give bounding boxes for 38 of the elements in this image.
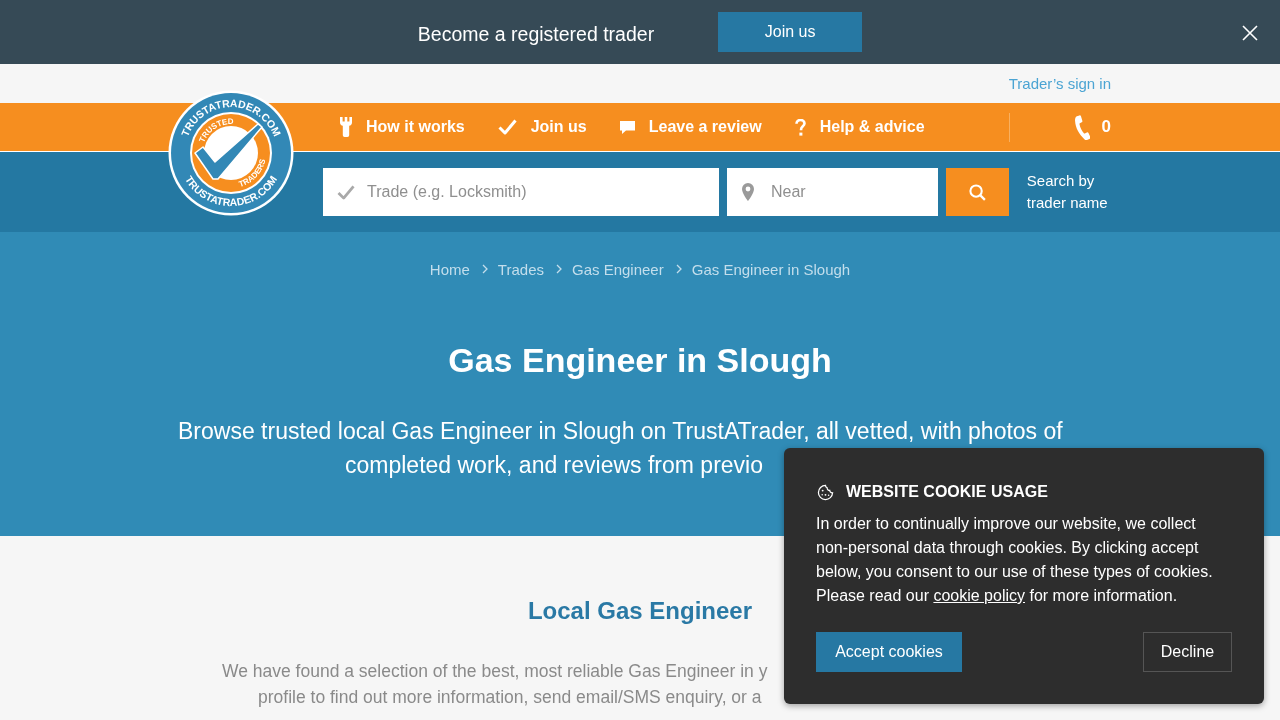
- decline-button[interactable]: Decline: [1143, 632, 1232, 672]
- search-icon: [968, 183, 986, 201]
- nav-link[interactable]: Join us: [497, 118, 587, 136]
- near-input[interactable]: Near: [727, 168, 938, 216]
- check-icon: [337, 185, 355, 200]
- accept-cookies-button[interactable]: Accept cookies: [816, 632, 962, 672]
- breadcrumb-link[interactable]: Gas Engineer in Slough: [691, 260, 851, 278]
- pin-icon: [742, 183, 754, 201]
- section-intro: We have found a selection of the best, most reliable Gas Engineer in y profile to find out more information, send email/SMS enquiry, or a: [222, 660, 769, 709]
- cookie-policy-link[interactable]: cookie policy: [933, 587, 1025, 604]
- nav-link[interactable]: Leave a review: [619, 118, 762, 136]
- breadcrumb-link[interactable]: Gas Engineer: [572, 260, 664, 278]
- trade-input[interactable]: Trade (e.g. Locksmith): [323, 168, 719, 216]
- phone-icon[interactable]: [1072, 114, 1090, 140]
- nav-link[interactable]: How it works: [340, 117, 465, 137]
- breadcrumb-link[interactable]: Trades: [497, 260, 544, 278]
- chevron-icon: [481, 264, 488, 274]
- wrench-icon: [340, 117, 352, 137]
- cookie-title: WEBSITE COOKIE USAGE: [846, 482, 1048, 502]
- page-title: Gas Engineer in Slough: [447, 340, 833, 380]
- search-by-name-link[interactable]: Search by trader name: [1026, 170, 1120, 214]
- speech-bubble-icon: [619, 120, 635, 134]
- chevron-icon: [675, 264, 682, 274]
- breadcrumb-link[interactable]: Home: [429, 260, 470, 278]
- promo-text: Become a registered trader: [417, 22, 655, 46]
- section-heading: Local Gas Engineer: [527, 596, 753, 626]
- check-icon: [497, 119, 517, 135]
- cookie-message: In order to continually improve our website, we collect non-personal data through cookies. By clicking accept below, you consent to our use of these types of cookies. Please read our cookie policy for more information.: [816, 514, 1214, 606]
- sign-in-link[interactable]: Trader’s sign in: [1008, 75, 1111, 92]
- phone-count: 0: [1101, 117, 1111, 137]
- close-icon[interactable]: [1242, 25, 1258, 41]
- nav-link[interactable]: Help & advice: [794, 118, 925, 136]
- help-icon: [794, 118, 806, 136]
- search-button[interactable]: [946, 168, 1009, 216]
- cookie-icon: [817, 483, 834, 501]
- hero-description: Browse trusted local Gas Engineer in Slough on TrustATrader, all vetted, with photos of completed work, and reviews from previo: [178, 417, 1064, 480]
- chevron-icon: [556, 264, 562, 274]
- join-us-button[interactable]: Join us: [718, 12, 863, 52]
